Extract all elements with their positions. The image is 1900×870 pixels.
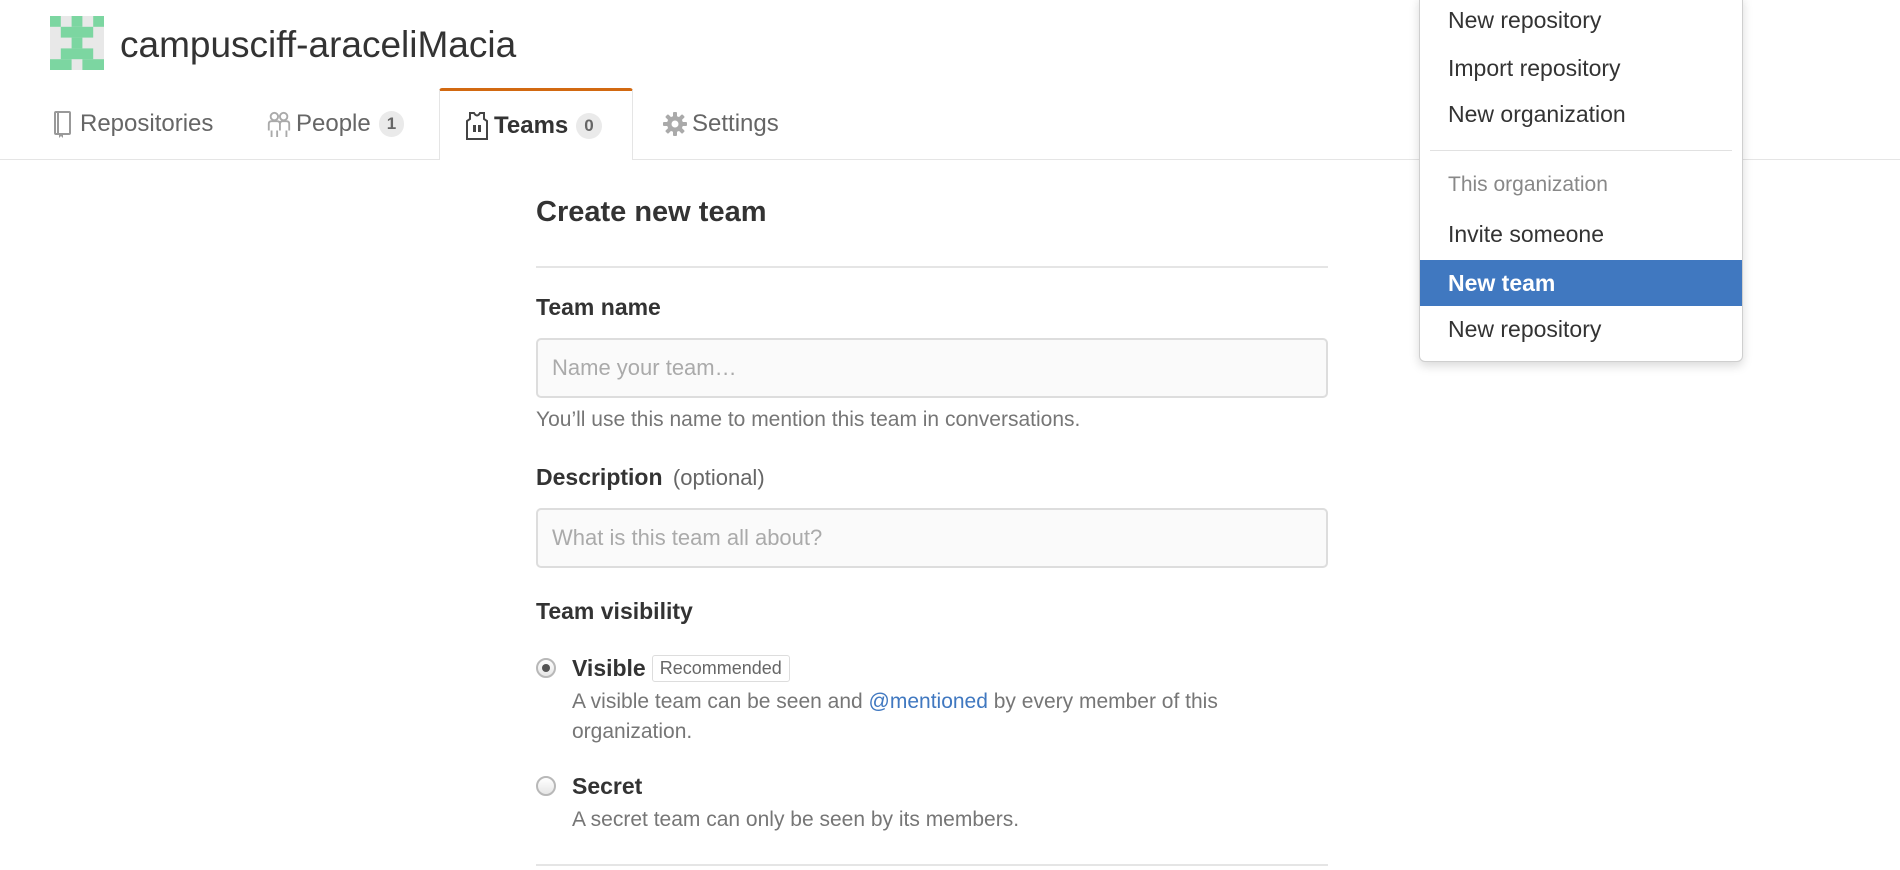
page-title: Create new team [536,196,767,228]
description-label: Description (optional) [536,464,765,491]
tab-people[interactable]: People 1 [266,88,405,159]
description-label-text: Description [536,464,663,490]
menu-item-new-repository-org[interactable]: New repository [1420,306,1742,352]
menu-item-import-repository[interactable]: Import repository [1420,45,1742,91]
people-icon [266,109,292,139]
tab-repositories-label: Repositories [80,109,214,137]
visible-option-title[interactable]: Visible Recommended [572,655,790,682]
teams-count-badge: 0 [576,112,602,139]
people-count-badge: 1 [378,110,405,137]
secret-radio[interactable] [536,776,556,796]
org-name[interactable]: campusciff-araceliMacia [120,22,516,68]
title-divider [536,266,1328,268]
visible-option-description: A visible team can be seen and @mentione… [572,687,1292,747]
tab-repositories[interactable]: Repositories [50,88,213,159]
team-visibility-label: Team visibility [536,598,693,624]
menu-item-invite-someone[interactable]: Invite someone [1420,211,1742,257]
mentioned-link[interactable]: @mentioned [869,690,988,713]
recommended-badge: Recommended [651,655,790,682]
tab-people-label: People [296,109,371,137]
visible-option-label: Visible [572,655,646,681]
team-name-label: Team name [536,294,661,320]
tab-teams[interactable]: Teams 0 [439,88,633,160]
description-input[interactable] [536,508,1328,568]
team-name-input[interactable] [536,338,1328,398]
menu-item-new-team[interactable]: New team [1420,260,1742,306]
visible-desc-text: A visible team can be seen and [572,690,869,713]
create-new-dropdown: New repository Import repository New org… [1419,0,1743,362]
team-name-hint: You’ll use this name to mention this tea… [536,408,1081,431]
visible-radio[interactable] [536,658,556,678]
tab-teams-label: Teams [494,111,569,139]
menu-divider [1430,150,1732,151]
identicon [50,16,104,70]
tab-settings[interactable]: Settings [662,88,779,159]
secret-option-description: A secret team can only be seen by its me… [572,808,1020,831]
menu-item-new-repository[interactable]: New repository [1420,0,1742,43]
secret-option-title[interactable]: Secret [572,773,642,800]
org-avatar[interactable] [50,16,104,70]
menu-section-header: This organization [1448,173,1608,196]
form-bottom-divider [536,864,1328,866]
menu-item-new-organization[interactable]: New organization [1420,91,1742,137]
optional-note: (optional) [672,465,765,490]
jersey-icon [464,111,490,141]
repo-icon [50,109,76,139]
tab-settings-label: Settings [692,109,779,137]
gear-icon [662,109,688,139]
